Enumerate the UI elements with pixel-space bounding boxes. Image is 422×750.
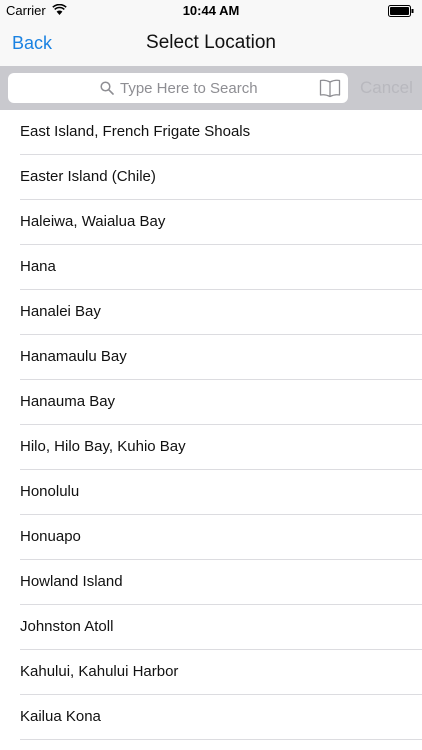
list-item[interactable]: Honolulu — [20, 470, 422, 515]
location-label: Hanamaulu Bay — [20, 348, 127, 365]
location-label: Johnston Atoll — [20, 618, 114, 635]
list-item[interactable]: Johnston Atoll — [20, 605, 422, 650]
book-icon[interactable] — [319, 78, 341, 103]
list-item[interactable]: Hanauma Bay — [20, 380, 422, 425]
search-input[interactable] — [120, 76, 316, 100]
status-bar: Carrier 10:44 AM — [0, 0, 422, 22]
location-label: Howland Island — [20, 573, 123, 590]
location-label: Kailua Kona — [20, 708, 101, 725]
clock: 10:44 AM — [182, 3, 240, 18]
location-label: Kahului, Kahului Harbor — [20, 663, 179, 680]
list-item[interactable]: Honuapo — [20, 515, 422, 560]
list-item[interactable]: Hanalei Bay — [20, 290, 422, 335]
list-item[interactable]: East Island, French Frigate Shoals — [20, 110, 422, 155]
navigation-bar: Back Select Location — [0, 22, 422, 66]
cancel-button[interactable]: Cancel — [360, 78, 413, 98]
list-item[interactable]: Kailua Kona — [20, 695, 422, 740]
search-field[interactable] — [8, 73, 348, 103]
location-label: Hilo, Hilo Bay, Kuhio Bay — [20, 438, 186, 455]
list-item[interactable]: Easter Island (Chile) — [20, 155, 422, 200]
list-item[interactable]: Hilo, Hilo Bay, Kuhio Bay — [20, 425, 422, 470]
list-item[interactable]: Howland Island — [20, 560, 422, 605]
location-label: Hanauma Bay — [20, 393, 116, 410]
list-item[interactable]: Hana — [20, 245, 422, 290]
location-label: Honolulu — [20, 483, 80, 500]
page-title: Select Location — [146, 32, 276, 53]
location-label: Easter Island (Chile) — [20, 168, 156, 185]
battery-icon — [388, 5, 414, 20]
search-icon — [100, 81, 114, 100]
location-label: Hanalei Bay — [20, 303, 101, 320]
location-label: Hana — [20, 258, 56, 275]
search-bar: Cancel — [0, 66, 422, 110]
list-item[interactable]: Kahului, Kahului Harbor — [20, 650, 422, 695]
location-list: East Island, French Frigate Shoals Easte… — [0, 110, 422, 740]
list-item[interactable]: Hanamaulu Bay — [20, 335, 422, 380]
location-label: Haleiwa, Waialua Bay — [20, 213, 166, 230]
location-label: Honuapo — [20, 528, 81, 545]
list-item[interactable]: Haleiwa, Waialua Bay — [20, 200, 422, 245]
location-label: East Island, French Frigate Shoals — [20, 123, 251, 140]
